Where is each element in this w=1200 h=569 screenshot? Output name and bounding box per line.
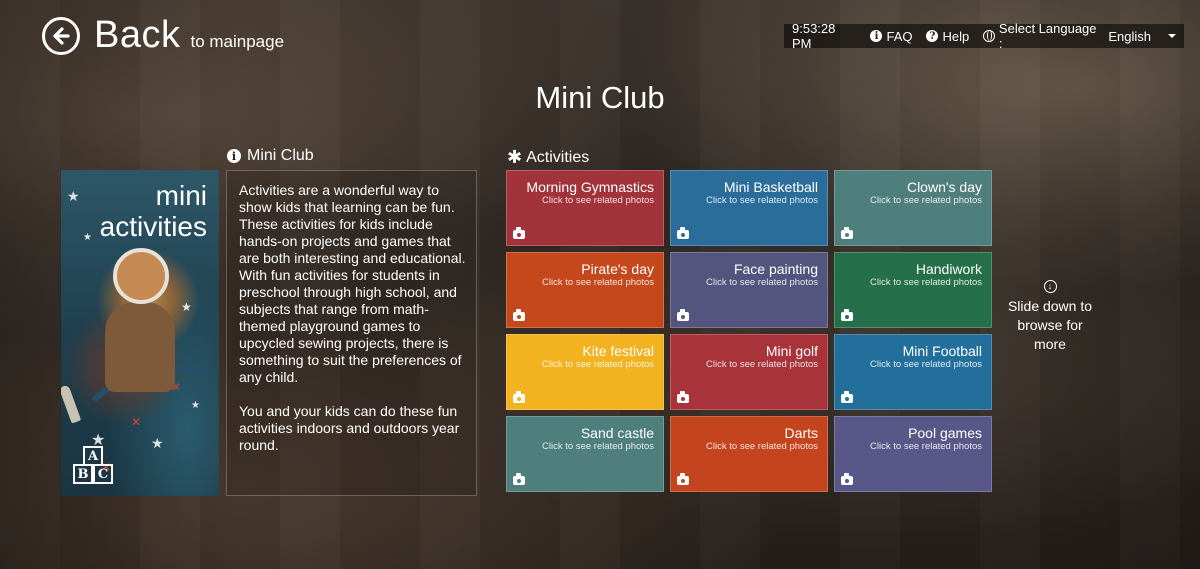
mini-activities-image: ★ ★ ★ ★ ★ ★ ✕ ✕ ✕ mini activities A B C [61,170,219,496]
activity-subtitle: Click to see related photos [706,195,818,206]
activity-subtitle: Click to see related photos [542,277,654,288]
activity-tile-kite-festival[interactable]: Kite festival Click to see related photo… [506,334,664,410]
activity-tile-morning-gymnastics[interactable]: Morning Gymnastics Click to see related … [506,170,664,246]
activity-subtitle: Click to see related photos [706,277,818,288]
description-heading: i Mini Club [227,147,314,165]
astronaut-helmet-shape [113,248,169,304]
activity-subtitle: Click to see related photos [542,195,654,206]
language-label: Select Language : [998,21,1097,51]
activities-heading-label: Activities [526,148,590,166]
activity-tile-pirates-day[interactable]: Pirate's day Click to see related photos [506,252,664,328]
activities-grid: Morning Gymnastics Click to see related … [506,170,992,492]
info-icon: i [870,30,883,42]
faq-link[interactable]: i FAQ [870,29,912,44]
camera-icon [677,309,689,321]
activity-subtitle: Click to see related photos [870,441,982,452]
activity-tile-clowns-day[interactable]: Clown's day Click to see related photos [834,170,992,246]
astronaut-body-shape [105,302,175,392]
rocket-icon [61,384,82,424]
faq-label: FAQ [886,28,913,44]
activity-subtitle: Click to see related photos [870,195,982,206]
slide-hint-line2: browse for [1017,317,1083,333]
back-to-mainpage-link[interactable]: Back to mainpage [42,14,284,57]
activity-subtitle: Click to see related photos [542,441,654,452]
slide-hint-line1: Slide down to [1007,298,1093,314]
description-heading-label: Mini Club [247,147,314,164]
abc-blocks-icon: A B C [71,446,115,484]
camera-icon [841,309,853,321]
back-subtitle: to mainpage [190,32,285,51]
camera-icon [841,227,853,239]
globe-icon [983,30,995,42]
asterisk-icon: ✱ [507,147,523,167]
description-box: Activities are a wonderful way to show k… [226,170,477,496]
activity-name: Darts [784,425,818,441]
activity-subtitle: Click to see related photos [706,359,818,370]
activities-heading: ✱ Activities [507,147,589,168]
star-icon: ★ [181,300,192,314]
help-label: Help [942,28,970,44]
camera-icon [677,391,689,403]
activity-tile-sand-castle[interactable]: Sand castle Click to see related photos [506,416,664,492]
back-title: Back [94,14,181,56]
camera-icon [513,473,525,485]
promo-title-line2: activities [99,211,207,242]
activity-name: Sand castle [580,425,654,441]
back-arrow-icon [42,16,80,55]
activity-name: Handiwork [915,261,982,277]
promo-title-line1: mini [155,180,207,211]
camera-icon [513,309,525,321]
activity-tile-darts[interactable]: Darts Click to see related photos [670,416,828,492]
activity-tile-mini-basketball[interactable]: Mini Basketball Click to see related pho… [670,170,828,246]
slide-down-hint: ↓ Slide down to browse for more [1004,280,1096,354]
activity-tile-handiwork[interactable]: Handiwork Click to see related photos [834,252,992,328]
activity-name: Morning Gymnastics [526,179,654,195]
description-paragraph-1: Activities are a wonderful way to show k… [239,182,466,385]
activity-subtitle: Click to see related photos [870,277,982,288]
activity-subtitle: Click to see related photos [542,359,654,370]
camera-icon [677,227,689,239]
activity-name: Face painting [733,261,818,277]
activity-name: Mini Basketball [723,179,818,195]
block-a: A [83,446,103,466]
activity-name: Pirate's day [581,261,654,277]
activity-tile-face-painting[interactable]: Face painting Click to see related photo… [670,252,828,328]
activity-tile-mini-football[interactable]: Mini Football Click to see related photo… [834,334,992,410]
activity-name: Kite festival [582,343,654,359]
description-paragraph-2: You and your kids can do these fun activ… [239,403,460,453]
camera-icon [841,391,853,403]
chevron-down-icon [1168,34,1176,38]
info-icon: i [227,149,241,163]
language-select[interactable]: English [1108,29,1184,44]
camera-icon [513,227,525,239]
block-c: C [93,464,113,484]
activity-name: Mini golf [765,343,818,359]
activity-tile-mini-golf[interactable]: Mini golf Click to see related photos [670,334,828,410]
camera-icon [841,473,853,485]
activity-subtitle: Click to see related photos [706,441,818,452]
star-icon: ★ [83,232,92,243]
promo-title: mini activities [100,180,207,242]
activity-name: Clown's day [906,179,982,195]
help-link[interactable]: ? Help [926,29,969,44]
page-title: Mini Club [535,80,665,115]
clock: 9:53:28 PM [792,21,836,51]
star-icon: ★ [67,188,80,204]
activity-subtitle: Click to see related photos [870,359,982,370]
camera-icon [513,391,525,403]
arrow-down-circle-icon: ↓ [1043,280,1057,293]
question-icon: ? [926,30,939,42]
star-icon: ★ [151,435,164,451]
camera-icon [677,473,689,485]
slide-hint-line3: more [1034,336,1066,352]
language-label-group: Select Language : [983,21,1100,51]
top-bar: 9:53:28 PM i FAQ ? Help Select Language … [784,21,1184,51]
activity-name: Mini Football [902,343,982,359]
block-b: B [73,464,93,484]
activity-tile-pool-games[interactable]: Pool games Click to see related photos [834,416,992,492]
language-value: English [1108,28,1152,44]
activity-name: Pool games [908,425,982,441]
